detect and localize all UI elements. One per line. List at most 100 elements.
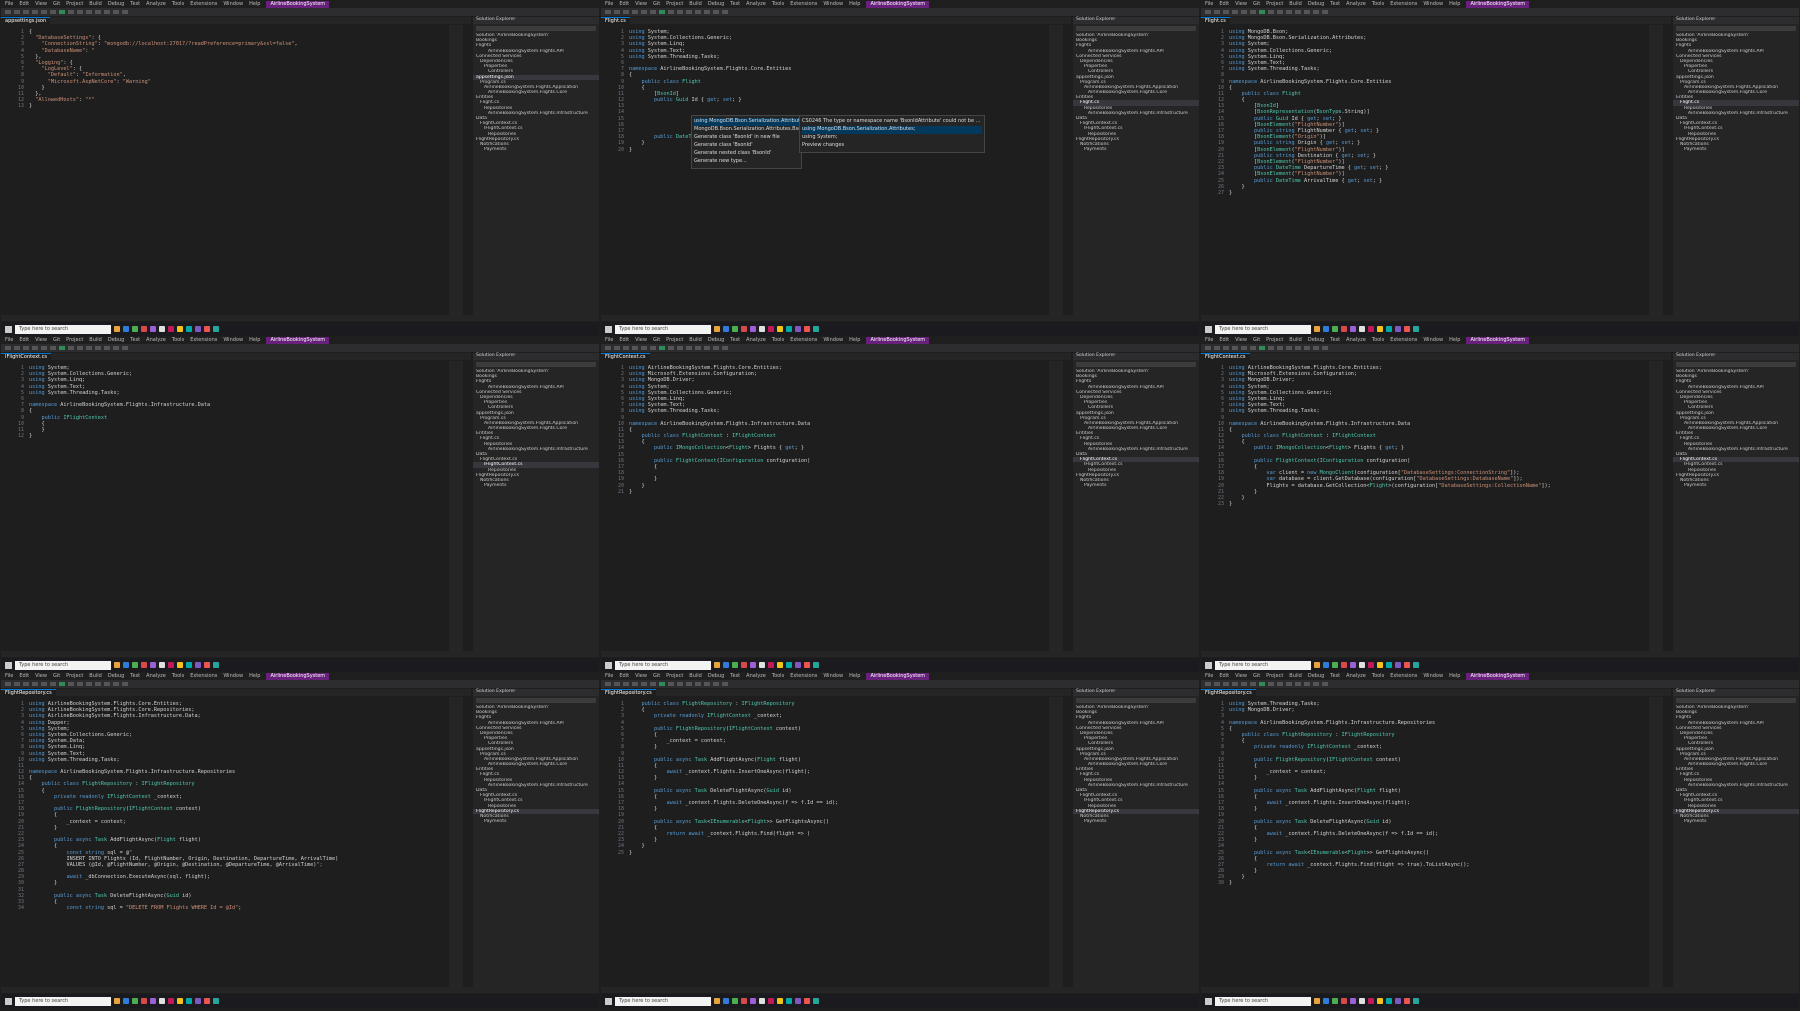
- toolbar-button[interactable]: [50, 346, 56, 350]
- toolbar-button[interactable]: [59, 10, 65, 14]
- solution-explorer-search[interactable]: [1676, 362, 1796, 367]
- quick-action-item[interactable]: Generate class 'BsonId' in new file: [694, 134, 799, 142]
- menu-item[interactable]: File: [5, 337, 13, 344]
- taskbar-app-icon[interactable]: [186, 326, 192, 332]
- minimap[interactable]: [1049, 697, 1063, 987]
- toolbar-button[interactable]: [605, 682, 611, 686]
- taskbar-app-icon[interactable]: [132, 326, 138, 332]
- menu-item[interactable]: Analyze: [1346, 1, 1366, 8]
- toolbar-button[interactable]: [41, 682, 47, 686]
- toolbar-button[interactable]: [1304, 346, 1310, 350]
- taskbar-app-icon[interactable]: [732, 326, 738, 332]
- taskbar-app-icon[interactable]: [1413, 662, 1419, 668]
- explorer-item[interactable]: Payments: [1673, 147, 1799, 152]
- taskbar-app-icon[interactable]: [795, 662, 801, 668]
- menu-item[interactable]: File: [605, 673, 613, 680]
- menu-item[interactable]: Help: [249, 1, 260, 8]
- menu-item[interactable]: Debug: [108, 1, 124, 8]
- menu-item[interactable]: Analyze: [146, 673, 166, 680]
- menu-item[interactable]: Build: [689, 1, 702, 8]
- taskbar-app-icon[interactable]: [204, 326, 210, 332]
- taskbar-app-icon[interactable]: [813, 326, 819, 332]
- menu-item[interactable]: Debug: [1308, 1, 1324, 8]
- menu-item[interactable]: Extensions: [190, 673, 217, 680]
- toolbar-button[interactable]: [659, 346, 665, 350]
- solution-explorer-search[interactable]: [1076, 26, 1196, 31]
- menu-item[interactable]: Extensions: [190, 1, 217, 8]
- menu-item[interactable]: Tools: [772, 1, 784, 8]
- toolbar-button[interactable]: [41, 346, 47, 350]
- taskbar-app-icon[interactable]: [723, 998, 729, 1004]
- menu-item[interactable]: Project: [666, 337, 683, 344]
- solution-explorer-search[interactable]: [476, 362, 596, 367]
- taskbar-app-icon[interactable]: [141, 662, 147, 668]
- taskbar-app-icon[interactable]: [1332, 998, 1338, 1004]
- taskbar-app-icon[interactable]: [141, 326, 147, 332]
- toolbar-button[interactable]: [713, 682, 719, 686]
- start-icon[interactable]: [1205, 997, 1212, 1005]
- editor-tab[interactable]: appsettings.json: [1, 17, 51, 24]
- menu-item[interactable]: Debug: [708, 673, 724, 680]
- taskbar-app-icon[interactable]: [1368, 326, 1374, 332]
- taskbar-app-icon[interactable]: [150, 998, 156, 1004]
- taskbar-app-icon[interactable]: [1323, 662, 1329, 668]
- taskbar-app-icon[interactable]: [159, 998, 165, 1004]
- menu-item[interactable]: Git: [653, 1, 660, 8]
- taskbar-app-icon[interactable]: [132, 662, 138, 668]
- menu-item[interactable]: View: [635, 337, 647, 344]
- toolbar-button[interactable]: [1205, 682, 1211, 686]
- taskbar-search[interactable]: Type here to search: [1215, 996, 1311, 1006]
- menu-item[interactable]: Project: [66, 337, 83, 344]
- taskbar-app-icon[interactable]: [1332, 662, 1338, 668]
- toolbar-button[interactable]: [695, 10, 701, 14]
- menu-item[interactable]: View: [635, 673, 647, 680]
- toolbar-button[interactable]: [5, 346, 11, 350]
- toolbar-button[interactable]: [623, 10, 629, 14]
- menu-item[interactable]: Extensions: [790, 1, 817, 8]
- toolbar-button[interactable]: [95, 10, 101, 14]
- toolbar-button[interactable]: [695, 346, 701, 350]
- toolbar-button[interactable]: [32, 682, 38, 686]
- minimap[interactable]: [1649, 361, 1663, 651]
- menu-item[interactable]: Edit: [19, 673, 29, 680]
- explorer-item[interactable]: Payments: [1073, 819, 1199, 824]
- toolbar-button[interactable]: [1313, 682, 1319, 686]
- menu-item[interactable]: Help: [1449, 673, 1460, 680]
- menu-item[interactable]: Git: [53, 673, 60, 680]
- taskbar-app-icon[interactable]: [123, 998, 129, 1004]
- code-editor[interactable]: 1 2 3 4 5 6 7 8 9 10 11 12 13 14 15 16 17 18 19 20 21 22 23 24 2…: [1201, 697, 1671, 987]
- toolbar-button[interactable]: [23, 682, 29, 686]
- explorer-item[interactable]: AirlineBookingSystem.Flights.Infrastruct…: [1673, 447, 1799, 452]
- taskbar-search[interactable]: Type here to search: [615, 996, 711, 1006]
- menu-item[interactable]: Test: [130, 1, 140, 8]
- toolbar-button[interactable]: [1322, 10, 1328, 14]
- taskbar-app-icon[interactable]: [213, 998, 219, 1004]
- toolbar-button[interactable]: [122, 682, 128, 686]
- menu-item[interactable]: Git: [53, 337, 60, 344]
- menu-item[interactable]: Build: [89, 1, 102, 8]
- taskbar-app-icon[interactable]: [741, 326, 747, 332]
- toolbar-button[interactable]: [695, 682, 701, 686]
- taskbar-app-icon[interactable]: [114, 326, 120, 332]
- code-editor[interactable]: 1 2 3 4 5 6 7 8 9 10 11 12 13 14 15 16 17 18 19 20 21 22 23 usi…: [1201, 361, 1671, 651]
- toolbar-button[interactable]: [77, 682, 83, 686]
- menu-item[interactable]: View: [35, 1, 47, 8]
- taskbar-app-icon[interactable]: [750, 662, 756, 668]
- toolbar-button[interactable]: [1268, 346, 1274, 350]
- taskbar-app-icon[interactable]: [1368, 998, 1374, 1004]
- editor-tab[interactable]: FlightRepository.cs: [1, 689, 56, 696]
- toolbar-button[interactable]: [23, 346, 29, 350]
- toolbar-button[interactable]: [1214, 10, 1220, 14]
- taskbar-app-icon[interactable]: [723, 326, 729, 332]
- toolbar-button[interactable]: [1295, 10, 1301, 14]
- toolbar-button[interactable]: [677, 10, 683, 14]
- menu-item[interactable]: Tools: [1372, 337, 1384, 344]
- explorer-item[interactable]: AirlineBookingSystem.Flights.Infrastruct…: [473, 447, 599, 452]
- toolbar-button[interactable]: [1259, 346, 1265, 350]
- menu-item[interactable]: Help: [849, 673, 860, 680]
- menu-item[interactable]: Project: [1266, 673, 1283, 680]
- taskbar-app-icon[interactable]: [1314, 326, 1320, 332]
- menu-item[interactable]: Analyze: [1346, 337, 1366, 344]
- explorer-item[interactable]: Payments: [1073, 483, 1199, 488]
- toolbar-button[interactable]: [1250, 346, 1256, 350]
